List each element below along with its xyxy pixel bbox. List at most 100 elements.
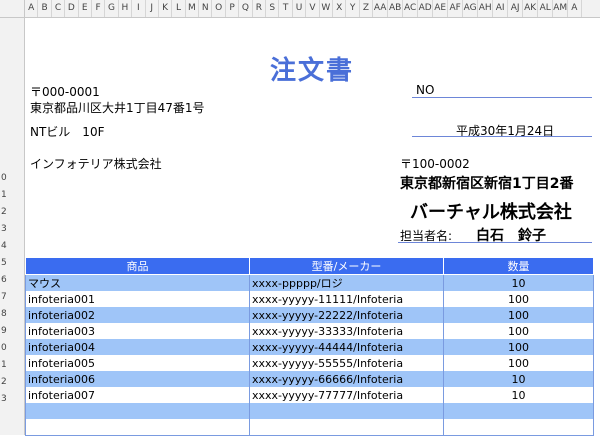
row-header[interactable]: 1: [0, 360, 24, 370]
cell-product[interactable]: infoteria005: [25, 355, 250, 371]
row-header[interactable]: 3: [0, 394, 24, 404]
column-header[interactable]: C: [52, 0, 66, 17]
select-all-corner[interactable]: [0, 0, 25, 17]
cell-model-maker[interactable]: [249, 403, 444, 419]
row-header-bar: 0 1 2 3 4 5 6 7 8 9 0 1 2 3: [0, 18, 25, 435]
column-header[interactable]: D: [65, 0, 79, 17]
column-header[interactable]: L: [172, 0, 186, 17]
cell-model-maker[interactable]: [249, 419, 444, 436]
column-header[interactable]: A: [25, 0, 39, 17]
row-header[interactable]: 1: [0, 190, 24, 200]
row-header[interactable]: 4: [0, 241, 24, 251]
column-header[interactable]: U: [293, 0, 307, 17]
cell-model-maker[interactable]: xxxx-yyyyy-22222/Infoteria: [249, 307, 444, 323]
row-header[interactable]: 5: [0, 258, 24, 268]
column-header[interactable]: AC: [403, 0, 419, 17]
row-header[interactable]: 6: [0, 275, 24, 285]
column-header[interactable]: AK: [523, 0, 539, 17]
table-row: infoteria004 xxxx-yyyyy-44444/Infoteria 10…: [25, 339, 594, 355]
column-header[interactable]: O: [212, 0, 226, 17]
column-header[interactable]: J: [146, 0, 159, 17]
column-header[interactable]: K: [159, 0, 173, 17]
column-header[interactable]: AL: [538, 0, 554, 17]
row-header[interactable]: 0: [0, 173, 24, 183]
column-header[interactable]: B: [38, 0, 52, 17]
cell-product[interactable]: [25, 419, 250, 436]
header-model-maker[interactable]: 型番/メーカー: [249, 257, 444, 275]
cell-model-maker[interactable]: xxxx-yyyyy-44444/Infoteria: [249, 339, 444, 355]
column-header[interactable]: F: [92, 0, 106, 17]
column-header[interactable]: A: [568, 0, 582, 17]
column-header-bar: A B C D E F G H I J K L M N O P Q R S T U V W X Y Z AA AB AC AD AE AF AG…: [0, 0, 600, 18]
column-header[interactable]: H: [119, 0, 133, 17]
table-row: [25, 419, 594, 436]
sender-postal-code: 〒000-0001: [30, 85, 100, 99]
cell-product[interactable]: infoteria007: [25, 387, 250, 403]
header-quantity[interactable]: 数量: [443, 257, 594, 275]
column-header[interactable]: AD: [418, 0, 434, 17]
cell-model-maker[interactable]: xxxx-yyyyy-66666/Infoteria: [249, 371, 444, 387]
column-header[interactable]: P: [226, 0, 240, 17]
table-row: infoteria002 xxxx-yyyyy-22222/Infoteria 10…: [25, 307, 594, 323]
row-header[interactable]: 2: [0, 377, 24, 387]
row-header[interactable]: 8: [0, 309, 24, 319]
column-header[interactable]: N: [199, 0, 213, 17]
column-header[interactable]: W: [320, 0, 333, 17]
column-header[interactable]: E: [79, 0, 92, 17]
column-header[interactable]: Z: [360, 0, 374, 17]
cell-quantity[interactable]: 10: [443, 387, 594, 403]
cell-quantity[interactable]: 10: [443, 371, 594, 387]
row-header[interactable]: 0: [0, 343, 24, 353]
cell-product[interactable]: infoteria001: [25, 291, 250, 307]
cell-quantity[interactable]: 100: [443, 355, 594, 371]
cell-model-maker[interactable]: xxxx-yyyyy-55555/Infoteria: [249, 355, 444, 371]
cell-model-maker[interactable]: xxxx-yyyyy-33333/Infoteria: [249, 323, 444, 339]
order-number-underline: [412, 97, 592, 98]
cell-quantity[interactable]: 100: [443, 339, 594, 355]
row-header[interactable]: 7: [0, 292, 24, 302]
row-header[interactable]: 2: [0, 207, 24, 217]
column-header[interactable]: AA: [373, 0, 389, 17]
cell-quantity[interactable]: 100: [443, 307, 594, 323]
header-product[interactable]: 商品: [25, 257, 250, 275]
cell-model-maker[interactable]: xxxx-ppppp/ロジ: [249, 274, 444, 291]
column-header[interactable]: G: [105, 0, 119, 17]
row-header[interactable]: 9: [0, 326, 24, 336]
cell-product[interactable]: infoteria006: [25, 371, 250, 387]
recipient-company: バーチャル株式会社: [410, 202, 572, 223]
cell-quantity[interactable]: 100: [443, 291, 594, 307]
document-title: 注文書: [270, 56, 355, 86]
column-header[interactable]: T: [279, 0, 293, 17]
column-header[interactable]: AB: [388, 0, 404, 17]
cell-quantity[interactable]: [443, 419, 594, 436]
column-header[interactable]: Y: [346, 0, 360, 17]
column-header[interactable]: X: [333, 0, 347, 17]
column-header[interactable]: AH: [478, 0, 494, 17]
column-header[interactable]: AG: [463, 0, 479, 17]
column-header[interactable]: R: [253, 0, 267, 17]
column-header[interactable]: AJ: [508, 0, 524, 17]
row-header[interactable]: 3: [0, 224, 24, 234]
column-header[interactable]: S: [266, 0, 280, 17]
column-header[interactable]: AI: [493, 0, 509, 17]
cell-product[interactable]: infoteria003: [25, 323, 250, 339]
contact-person-underline: [398, 242, 592, 243]
column-header[interactable]: AM: [553, 0, 569, 17]
column-header[interactable]: AF: [448, 0, 464, 17]
cell-quantity[interactable]: [443, 403, 594, 419]
cell-product[interactable]: マウス: [25, 274, 250, 291]
cell-model-maker[interactable]: xxxx-yyyyy-11111/Infoteria: [249, 291, 444, 307]
column-header[interactable]: Q: [239, 0, 253, 17]
column-header[interactable]: AE: [433, 0, 449, 17]
cell-product[interactable]: infoteria004: [25, 339, 250, 355]
cell-product[interactable]: infoteria002: [25, 307, 250, 323]
cell-quantity[interactable]: 100: [443, 323, 594, 339]
sender-company: インフォテリア株式会社: [30, 157, 162, 171]
cell-model-maker[interactable]: xxxx-yyyyy-77777/Infoteria: [249, 387, 444, 403]
column-header[interactable]: I: [132, 0, 146, 17]
table-row: infoteria006 xxxx-yyyyy-66666/Infoteria 10: [25, 371, 594, 387]
column-header[interactable]: V: [306, 0, 320, 17]
cell-product[interactable]: [25, 403, 250, 419]
cell-quantity[interactable]: 10: [443, 274, 594, 291]
column-header[interactable]: M: [186, 0, 200, 17]
